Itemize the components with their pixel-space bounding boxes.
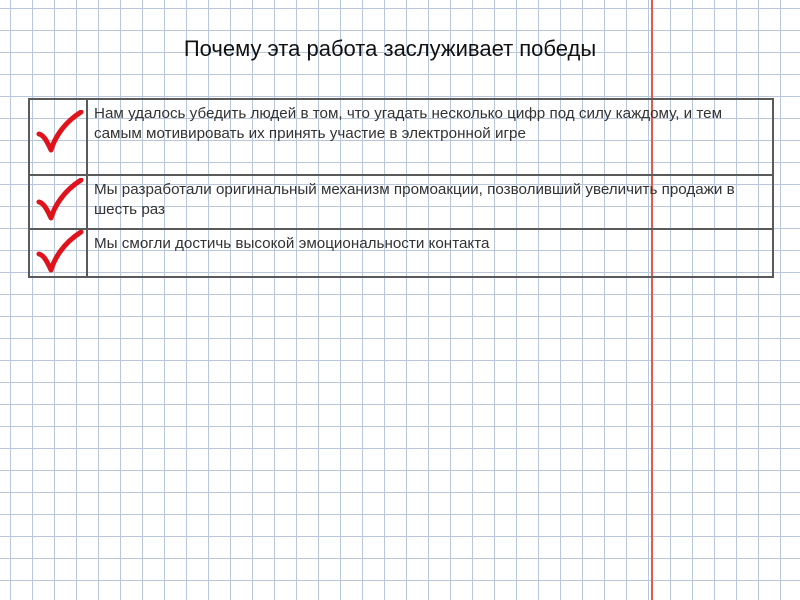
red-checkmark-icon [36,110,84,153]
red-checkmark-icon [36,178,84,221]
reason-text: Мы смогли достичь высокой эмоциональност… [86,228,774,278]
margin-line [651,0,653,600]
check-cell [28,98,88,176]
check-cell [28,174,88,230]
red-checkmark-icon [36,230,84,273]
page-title: Почему эта работа заслуживает победы [0,36,800,62]
reason-text: Нам удалось убедить людей в том, что уга… [86,98,774,176]
page-title-text: Почему эта работа заслуживает победы [183,36,597,61]
table-row: Мы смогли достичь высокой эмоциональност… [28,228,774,278]
table-row: Нам удалось убедить людей в том, что уга… [28,98,774,176]
check-cell [28,228,88,278]
notebook-page: Почему эта работа заслуживает победы Нам… [0,0,800,600]
reasons-table: Нам удалось убедить людей в том, что уга… [28,98,774,278]
table-row: Мы разработали оригинальный механизм про… [28,174,774,230]
reason-text: Мы разработали оригинальный механизм про… [86,174,774,230]
